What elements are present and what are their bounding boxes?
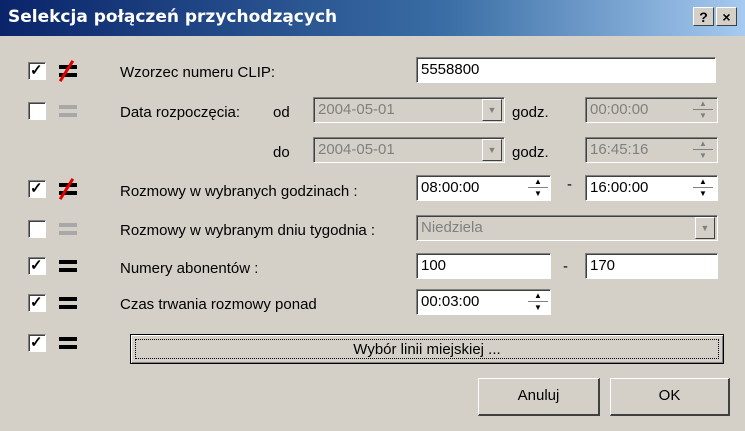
- weekday-checkbox[interactable]: [28, 220, 46, 238]
- weekday-select[interactable]: Niedziela: [416, 215, 718, 241]
- lines-checkbox[interactable]: ✓: [28, 334, 46, 352]
- clip-label: Wzorzec numeru CLIP:: [120, 64, 276, 81]
- not-equal-icon[interactable]: [57, 60, 79, 82]
- spin-up-icon[interactable]: ▲: [528, 176, 548, 188]
- hours-to-spinner[interactable]: ▲ ▼: [693, 175, 713, 201]
- ok-button[interactable]: OK: [610, 378, 730, 416]
- spin-down-icon[interactable]: ▼: [528, 188, 548, 200]
- cancel-button[interactable]: Anuluj: [478, 378, 600, 416]
- clip-checkbox[interactable]: ✓: [28, 62, 46, 80]
- hours-from-spinner[interactable]: ▲ ▼: [528, 175, 548, 201]
- not-equal-icon[interactable]: [57, 178, 79, 200]
- equal-icon[interactable]: [57, 334, 79, 352]
- time-from-label: godz.: [512, 104, 549, 121]
- dialog-window: Selekcja połączeń przychodzących ? × ✓ W…: [0, 0, 745, 431]
- spin-down-icon[interactable]: ▼: [528, 302, 548, 314]
- spin-down-icon[interactable]: ▼: [693, 188, 713, 200]
- hours-checkbox[interactable]: ✓: [28, 180, 46, 198]
- subscribers-label: Numery abonentów :: [120, 260, 259, 277]
- subscribers-separator: -: [563, 258, 568, 275]
- time-from-spinner[interactable]: ▲ ▼: [693, 97, 713, 123]
- hours-label: Rozmowy w wybranych godzinach :: [120, 183, 358, 200]
- duration-spinner[interactable]: ▲ ▼: [528, 289, 548, 315]
- spin-up-icon[interactable]: ▲: [693, 138, 713, 150]
- hours-separator: -: [567, 176, 572, 193]
- spin-up-icon[interactable]: ▲: [693, 98, 713, 110]
- spin-down-icon[interactable]: ▼: [693, 110, 713, 122]
- duration-checkbox[interactable]: ✓: [28, 294, 46, 312]
- spin-down-icon[interactable]: ▼: [693, 150, 713, 162]
- window-title: Selekcja połączeń przychodzących: [8, 7, 338, 27]
- select-lines-button[interactable]: Wybór linii miejskiej ...: [130, 334, 724, 364]
- chevron-down-icon[interactable]: ▼: [695, 217, 715, 239]
- weekday-value: Niedziela: [421, 219, 483, 236]
- equal-icon[interactable]: [57, 294, 79, 312]
- date-to-select[interactable]: 2004-05-01: [313, 137, 505, 163]
- subscribers-checkbox[interactable]: ✓: [28, 257, 46, 275]
- equal-icon[interactable]: [57, 220, 79, 238]
- weekday-label: Rozmowy w wybranym dniu tygodnia :: [120, 222, 376, 239]
- subscribers-from-input[interactable]: 100: [416, 253, 551, 279]
- date-from-value: 2004-05-01: [318, 101, 395, 118]
- date-to-value: 2004-05-01: [318, 141, 395, 158]
- help-button[interactable]: ?: [693, 7, 714, 26]
- date-checkbox[interactable]: [28, 102, 46, 120]
- title-bar: Selekcja połączeń przychodzących ? ×: [0, 0, 745, 36]
- time-to-label: godz.: [512, 144, 549, 161]
- duration-label: Czas trwania rozmowy ponad: [120, 296, 317, 313]
- subscribers-to-input[interactable]: 170: [585, 253, 718, 279]
- select-lines-label: Wybór linii miejskiej ...: [135, 339, 719, 359]
- chevron-down-icon[interactable]: ▼: [482, 139, 502, 161]
- close-button[interactable]: ×: [716, 7, 737, 26]
- time-to-spinner[interactable]: ▲ ▼: [693, 137, 713, 163]
- spin-up-icon[interactable]: ▲: [528, 290, 548, 302]
- spin-up-icon[interactable]: ▲: [693, 176, 713, 188]
- chevron-down-icon[interactable]: ▼: [482, 99, 502, 121]
- date-from-label: od: [273, 104, 290, 121]
- date-to-label: do: [273, 144, 290, 161]
- clip-input[interactable]: 5558800: [416, 57, 716, 83]
- equal-icon[interactable]: [57, 257, 79, 275]
- date-label: Data rozpoczęcia:: [120, 104, 241, 121]
- equal-icon[interactable]: [57, 102, 79, 120]
- date-from-select[interactable]: 2004-05-01: [313, 97, 505, 123]
